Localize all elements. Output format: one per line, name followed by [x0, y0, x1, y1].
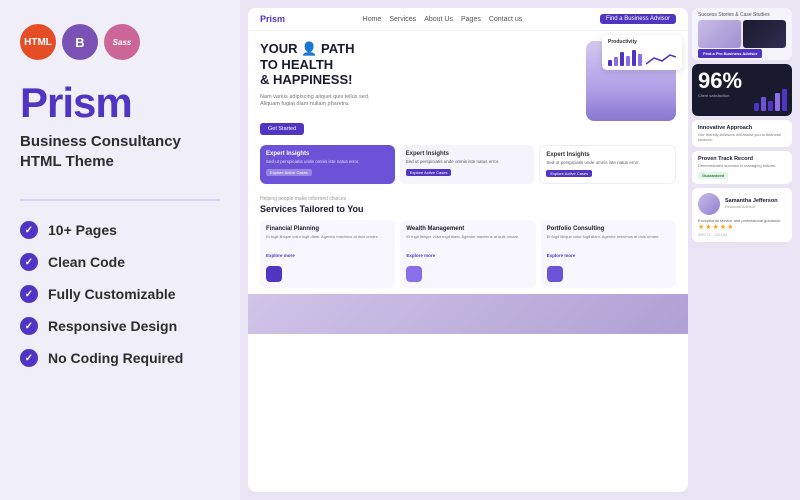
service-card-3: Portfolio Consulting Et fugit libique vo… [541, 220, 676, 288]
brand-subtitle: Business Consultancy HTML Theme [20, 132, 220, 171]
check-icon [20, 221, 38, 239]
track-tag: Guaranteed [698, 172, 728, 179]
top-strip-label: Success Stories & Case Studies [698, 12, 786, 18]
mini-chart [608, 48, 676, 66]
left-panel: HTML B Sass Prism Business Consultancy H… [0, 0, 240, 500]
explore-link-3[interactable]: Explore more [547, 253, 576, 258]
bar-3 [620, 52, 624, 66]
find-advisor-button[interactable]: Find a Business Advisor [600, 14, 676, 24]
preview-navbar: Prism Home Services About Us Pages Conta… [248, 8, 688, 31]
financial-icon [266, 266, 282, 282]
html-badge: HTML [20, 24, 56, 60]
preview-nav-links: Home Services About Us Pages Contact us [363, 16, 523, 23]
person-meta: ARC7C - G2134 [698, 232, 786, 237]
stat-bar-4 [775, 93, 780, 111]
insight-btn-1[interactable]: Explore Active Cases [266, 169, 312, 176]
bar-4 [626, 56, 630, 66]
preview-hero: YOUR 👤 PATH TO HEALTH & HAPPINESS! Nam v… [248, 31, 688, 141]
insight-btn-3[interactable]: Explore Active Cases [546, 170, 592, 177]
top-images [698, 20, 786, 48]
explore-link-2[interactable]: Explore more [406, 253, 435, 258]
feature-label: Fully Customizable [48, 286, 176, 302]
check-icon [20, 285, 38, 303]
feature-item: 10+ Pages [20, 221, 220, 239]
hero-cta-button[interactable]: Get Started [260, 123, 304, 135]
bottom-strip [248, 294, 688, 334]
features-list: 10+ Pages Clean Code Fully Customizable … [20, 221, 220, 367]
bottom-image [248, 294, 688, 334]
check-icon [20, 253, 38, 271]
service-card-2: Wealth Management Et fugit libique volut… [400, 220, 535, 288]
top-strip: Success Stories & Case Studies Find a Pr… [692, 8, 792, 60]
services-grid: Financial Planning Et fugit libique volu… [260, 220, 676, 288]
portfolio-icon [547, 266, 563, 282]
bar-5 [632, 50, 636, 66]
track-card: Proven Track Record Demonstrated success… [692, 151, 792, 183]
feature-label: 10+ Pages [48, 222, 117, 238]
tech-badges: HTML B Sass [20, 24, 220, 60]
brand-name: Prism [20, 82, 220, 124]
top-image-2 [743, 20, 786, 48]
track-desc: Demonstrated success in managing billion… [698, 163, 786, 168]
feature-label: No Coding Required [48, 350, 183, 366]
track-title: Proven Track Record [698, 156, 786, 162]
brand-logo: Prism [20, 82, 220, 124]
feature-label: Responsive Design [48, 318, 177, 334]
services-title: Services Tailored to You [260, 204, 676, 214]
check-icon [20, 349, 38, 367]
insight-card-light: Expert Insights Sed ut perspiciatis unde… [400, 145, 535, 184]
hero-text: YOUR 👤 PATH TO HEALTH & HAPPINESS! Nam v… [260, 41, 578, 135]
feature-item: Responsive Design [20, 317, 220, 335]
feature-item: Fully Customizable [20, 285, 220, 303]
preview-logo: Prism [260, 14, 285, 24]
feature-label: Clean Code [48, 254, 125, 270]
stat-bars [754, 89, 787, 111]
explore-link-1[interactable]: Explore more [266, 253, 295, 258]
find-pro-button[interactable]: Find a Pro Business Advisor [698, 49, 762, 58]
innovative-desc: Our friendly Advisors will Assist you in… [698, 132, 786, 142]
services-label: Helping people make informed choices [260, 196, 676, 202]
stat-bar-1 [754, 103, 759, 111]
top-image-1 [698, 20, 741, 48]
insight-card-purple: Expert Insights Sed ut perspiciatis unde… [260, 145, 395, 184]
wealth-icon [406, 266, 422, 282]
person-role: Financial Advisor [725, 204, 778, 209]
feature-item: No Coding Required [20, 349, 220, 367]
innovative-title: Innovative Approach [698, 125, 786, 131]
insight-btn-2[interactable]: Explore Active Cases [406, 169, 452, 176]
side-panel: Success Stories & Case Studies Find a Pr… [692, 8, 792, 492]
person-review-card: Samantha Jefferson Financial Advisor Exc… [692, 188, 792, 243]
main-preview: Prism Home Services About Us Pages Conta… [248, 8, 688, 492]
bar-2 [614, 57, 618, 66]
check-icon [20, 317, 38, 335]
stat-bar-5 [782, 89, 787, 111]
stat-bar-3 [768, 101, 773, 111]
avatar [698, 193, 720, 215]
stat-card: 96% Client satisfaction [692, 64, 792, 116]
feature-item: Clean Code [20, 253, 220, 271]
bar-6 [638, 54, 642, 66]
person-info: Samantha Jefferson Financial Advisor [725, 198, 778, 209]
hero-title: YOUR 👤 PATH TO HEALTH & HAPPINESS! [260, 41, 578, 88]
right-panel: Prism Home Services About Us Pages Conta… [240, 0, 800, 500]
bootstrap-badge: B [62, 24, 98, 60]
stat-bar-2 [761, 97, 766, 111]
service-card-1: Financial Planning Et fugit libique volu… [260, 220, 395, 288]
star-rating: ★★★★★ [698, 223, 786, 231]
sass-badge: Sass [104, 24, 140, 60]
services-section: Helping people make informed choices Ser… [248, 190, 688, 294]
bar-1 [608, 60, 612, 66]
cards-row: Expert Insights Sed ut perspiciatis unde… [248, 141, 688, 190]
hero-desc: Nam varius adipiscing aliquet quis tellu… [260, 94, 380, 109]
innovative-card: Innovative Approach Our friendly Advisor… [692, 120, 792, 147]
insight-card-white: Expert Insights Sed ut perspiciatis unde… [539, 145, 676, 184]
trend-line-icon [646, 52, 676, 66]
productivity-card: Productivity [602, 35, 682, 70]
find-btn-container: Find a Pro Business Advisor [698, 51, 786, 56]
divider [20, 199, 220, 201]
person-row: Samantha Jefferson Financial Advisor [698, 193, 786, 215]
